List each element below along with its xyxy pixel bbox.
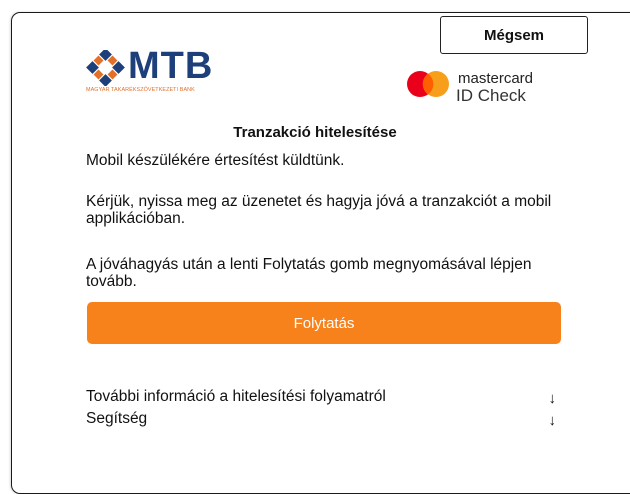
arrow-down-icon: ↓ <box>548 412 557 429</box>
instructions-text: Kérjük, nyissa meg az üzenetet és hagyja… <box>86 193 552 227</box>
arrow-down-icon: ↓ <box>548 390 557 407</box>
help-link[interactable]: Segítség ↓ <box>86 410 566 429</box>
continue-instructions-text: A jóváhagyás után a lenti Folytatás gomb… <box>86 256 532 290</box>
page-title: Tranzakció hitelesítése <box>233 124 397 141</box>
mastercard-id-check-logo: mastercard ID Check <box>406 68 576 108</box>
continue-button[interactable]: Folytatás <box>87 302 561 344</box>
more-info-label: További információ a hitelesítési folyam… <box>86 388 386 405</box>
notification-sent-text: Mobil készülékére értesítést küldtünk. <box>86 152 345 169</box>
mtb-diamond-logo-icon <box>86 50 125 86</box>
cancel-button[interactable]: Mégsem <box>440 16 588 54</box>
bank-logo-wordmark: MTB <box>128 45 214 87</box>
more-info-link[interactable]: További információ a hitelesítési folyam… <box>86 388 566 407</box>
mastercard-wordmark: mastercard <box>458 70 534 87</box>
mtb-bank-logo: MTB MAGYAR TAKARÉKSZÖVETKEZETI BANK <box>86 45 216 98</box>
mastercard-circles-icon <box>407 71 449 97</box>
id-check-label: ID Check <box>456 86 526 105</box>
help-label: Segítség <box>86 410 148 427</box>
bank-logo-subtitle: MAGYAR TAKARÉKSZÖVETKEZETI BANK <box>86 87 195 93</box>
